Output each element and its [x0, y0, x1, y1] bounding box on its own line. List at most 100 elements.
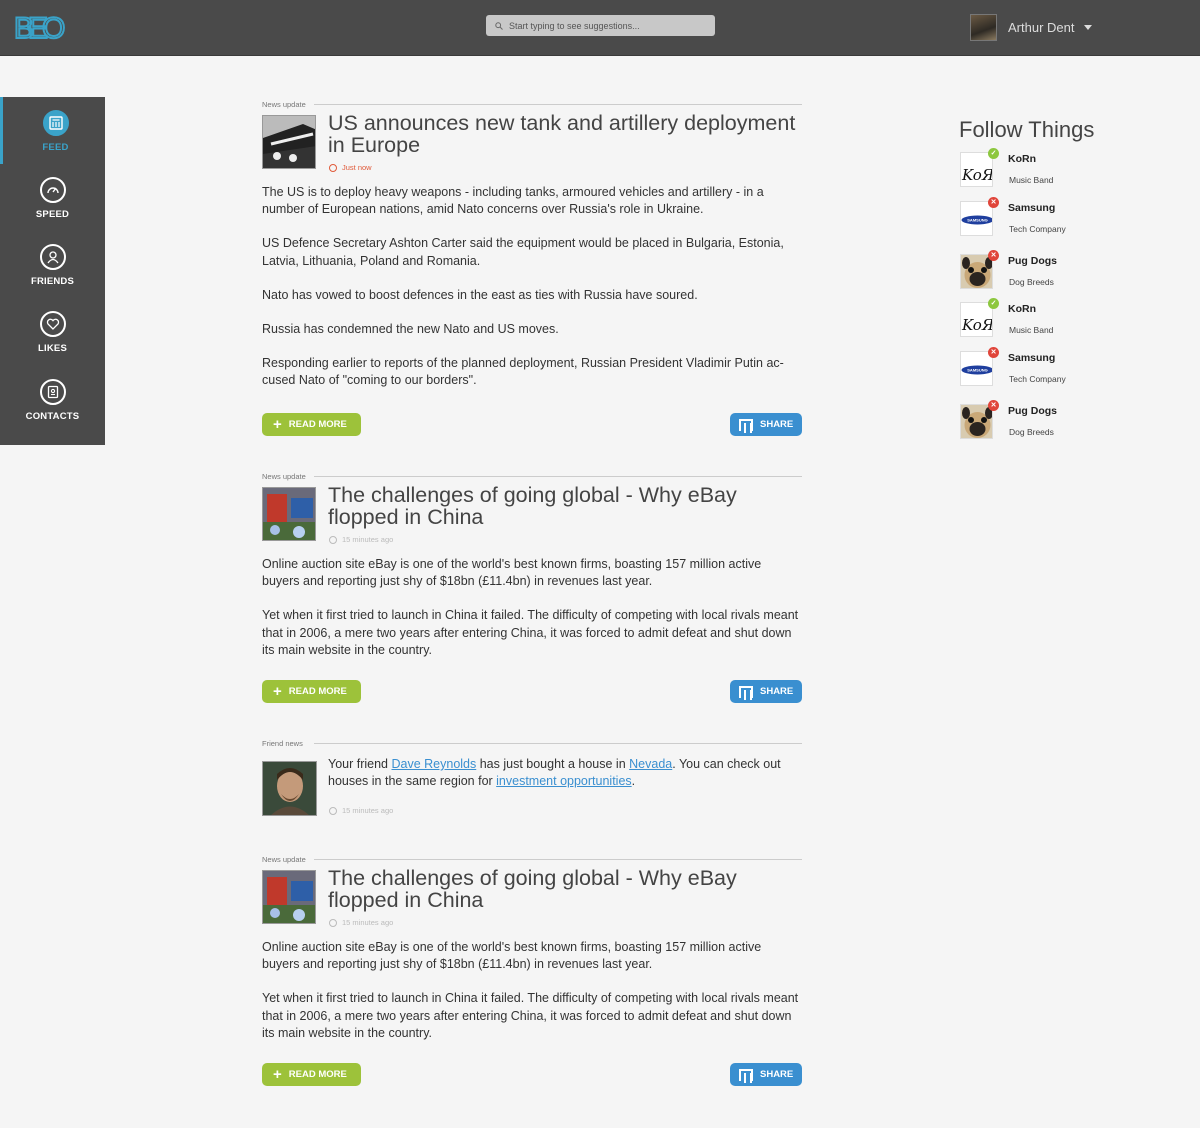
post-type-label: News update — [262, 855, 802, 864]
post-timestamp: 15 minutes ago — [329, 918, 393, 927]
friend-avatar[interactable] — [262, 761, 317, 816]
place-link[interactable]: Nevada — [629, 757, 672, 771]
post-paragraph: The US is to deploy heavy weapons - incl… — [262, 185, 764, 217]
clock-icon — [329, 535, 337, 544]
follow-item-category: Dog Breeds — [1009, 277, 1054, 287]
read-more-button[interactable]: + READ MORE — [262, 1063, 361, 1086]
pug-photo — [960, 404, 993, 439]
news-post: News update US announces new tank and ar… — [262, 100, 802, 438]
follow-item-category: Dog Breeds — [1009, 427, 1054, 437]
korn-logo: KoЯn — [960, 152, 993, 187]
sidebar-item-friends[interactable]: FRIENDS — [0, 231, 105, 298]
followed-check-icon[interactable]: ✓ — [988, 148, 999, 159]
share-icon — [739, 418, 753, 433]
samsung-logo: SAMSUNG — [960, 351, 993, 386]
friend-profile-link[interactable]: Dave Reynolds — [391, 757, 476, 771]
remove-x-icon[interactable]: ✕ — [988, 400, 999, 411]
user-menu[interactable]: Arthur Dent — [970, 14, 1093, 41]
post-paragraph: Nato has vowed to boost defences in the … — [262, 287, 698, 302]
read-more-label: READ MORE — [288, 419, 347, 430]
post-thumbnail[interactable] — [262, 870, 316, 924]
followed-check-icon[interactable]: ✓ — [988, 298, 999, 309]
post-paragraph: Responding earlier to reports of the pla… — [262, 356, 784, 388]
search-input[interactable] — [509, 20, 699, 31]
clock-icon — [329, 163, 337, 172]
follow-item-pug-dogs[interactable]: ✕ Pug Dogs Dog Breeds — [960, 250, 1160, 294]
friends-icon — [40, 244, 66, 270]
sidebar-item-label: LIKES — [38, 343, 67, 354]
share-label: SHARE — [760, 1069, 794, 1080]
share-icon — [739, 1068, 753, 1083]
follow-item-korn[interactable]: KoЯn ✓ KoRn Music Band — [960, 148, 1160, 192]
svg-text:KoЯn: KoЯn — [961, 316, 993, 334]
post-title[interactable]: The challenges of going global - Why eBa… — [328, 867, 802, 911]
svg-text:BEO: BEO — [14, 12, 64, 44]
sidebar-item-likes[interactable]: LIKES — [0, 298, 105, 365]
sidebar-item-label: CONTACTS — [25, 411, 80, 422]
follow-item-name: KoRn — [1008, 153, 1036, 165]
follow-item-samsung[interactable]: SAMSUNG ✕ Samsung Tech Company — [960, 347, 1160, 391]
beo-logo[interactable]: BEO — [13, 10, 71, 46]
sidebar-item-label: FEED — [42, 142, 69, 153]
post-thumbnail[interactable] — [262, 115, 316, 169]
follow-item-samsung[interactable]: SAMSUNG ✕ Samsung Tech Company — [960, 197, 1160, 241]
investment-link[interactable]: investment opportunities — [496, 774, 632, 788]
post-type-label: News update — [262, 472, 802, 481]
share-button[interactable]: SHARE — [730, 413, 802, 436]
share-label: SHARE — [760, 686, 794, 697]
search-box[interactable] — [486, 15, 715, 36]
follow-item-korn[interactable]: KoЯn ✓ KoRn Music Band — [960, 298, 1160, 342]
follow-item-category: Tech Company — [1009, 374, 1066, 384]
remove-x-icon[interactable]: ✕ — [988, 347, 999, 358]
sidebar-item-label: SPEED — [35, 209, 70, 220]
top-bar: BEO Arthur Dent — [0, 0, 1200, 56]
user-avatar — [970, 14, 997, 41]
post-paragraph: Yet when it first tried to launch in Chi… — [262, 608, 799, 657]
user-name: Arthur Dent — [1008, 20, 1075, 35]
follow-item-name: Samsung — [1008, 202, 1056, 214]
pug-photo — [960, 254, 993, 289]
follow-item-category: Music Band — [1009, 175, 1054, 185]
read-more-label: READ MORE — [288, 686, 347, 697]
read-more-button[interactable]: + READ MORE — [262, 680, 361, 703]
post-timestamp: 15 minutes ago — [329, 535, 393, 544]
post-time-text: 15 minutes ago — [342, 535, 394, 544]
friend-text-segment: has just bought a house in — [476, 757, 630, 771]
post-time-text: Just now — [342, 163, 372, 172]
post-title[interactable]: The challenges of going global - Why eBa… — [328, 484, 802, 528]
friend-news-text: Your friend Dave Reynolds has just bough… — [328, 756, 802, 790]
search-icon — [495, 21, 503, 30]
friend-news-post: Friend news Your friend Dave Reynolds ha… — [262, 739, 802, 819]
news-post: News update The challenges of going glob… — [262, 855, 802, 1087]
sidebar: FEED SPEED FRIENDS LIKES CONTACTS — [0, 97, 105, 445]
post-time-text: 15 minutes ago — [342, 918, 394, 927]
feed-icon — [43, 110, 69, 136]
korn-logo: KoЯn — [960, 302, 993, 337]
post-paragraph: US Defence Secretary Ashton Carter said … — [262, 236, 784, 268]
sidebar-item-feed[interactable]: FEED — [0, 97, 105, 164]
plus-icon: + — [273, 683, 282, 700]
sidebar-item-label: FRIENDS — [30, 276, 75, 287]
svg-text:SAMSUNG: SAMSUNG — [967, 368, 987, 373]
share-button[interactable]: SHARE — [730, 1063, 802, 1086]
post-paragraph: Russia has condemned the new Nato and US… — [262, 322, 559, 337]
follow-item-name: KoRn — [1008, 303, 1036, 315]
sidebar-item-contacts[interactable]: CONTACTS — [0, 366, 105, 433]
post-thumbnail[interactable] — [262, 487, 316, 541]
remove-x-icon[interactable]: ✕ — [988, 250, 999, 261]
plus-icon: + — [273, 416, 282, 433]
chevron-down-icon[interactable] — [1084, 25, 1093, 30]
read-more-button[interactable]: + READ MORE — [262, 413, 361, 436]
post-title[interactable]: US announces new tank and artillery depl… — [328, 112, 802, 156]
share-button[interactable]: SHARE — [730, 680, 802, 703]
follow-item-name: Samsung — [1008, 352, 1056, 364]
clock-icon — [329, 918, 337, 927]
follow-item-category: Tech Company — [1009, 224, 1066, 234]
sidebar-item-speed[interactable]: SPEED — [0, 164, 105, 231]
post-type-label: Friend news — [262, 739, 802, 748]
post-paragraph: Online auction site eBay is one of the w… — [262, 940, 762, 972]
follow-panel-title: Follow Things — [959, 117, 1095, 142]
post-paragraph: Yet when it first tried to launch in Chi… — [262, 991, 799, 1040]
remove-x-icon[interactable]: ✕ — [988, 197, 999, 208]
follow-item-pug-dogs[interactable]: ✕ Pug Dogs Dog Breeds — [960, 400, 1160, 444]
